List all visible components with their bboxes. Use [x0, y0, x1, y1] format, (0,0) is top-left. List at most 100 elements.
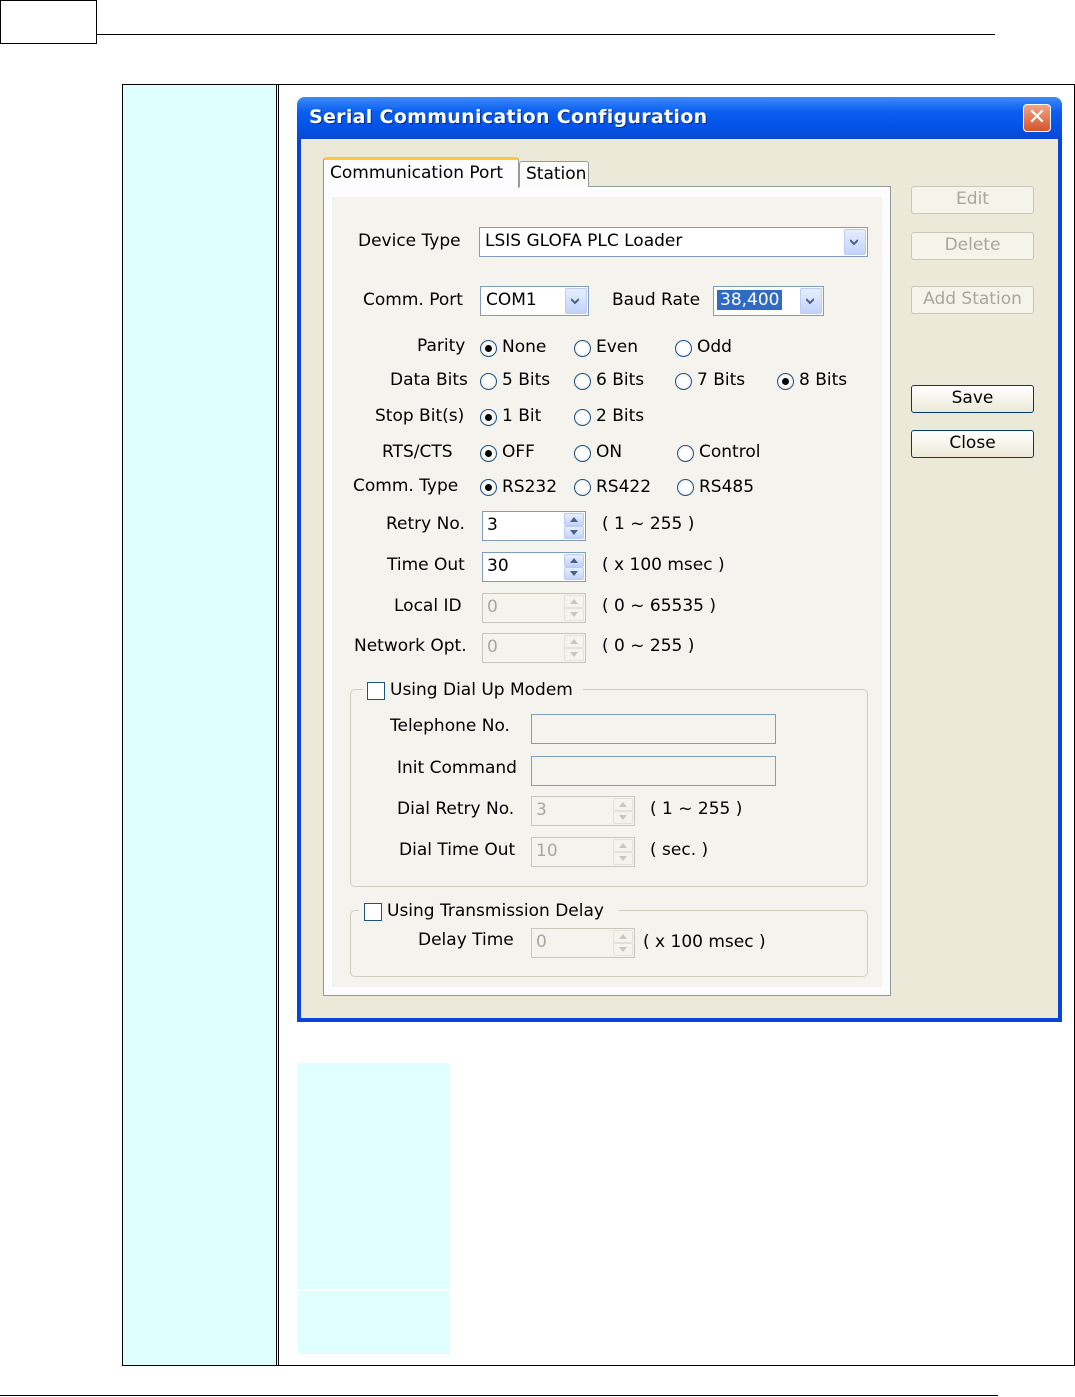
data-bits-7-radio[interactable]: [675, 373, 692, 390]
page-header-box: [0, 0, 97, 44]
spin-down-icon: [613, 852, 633, 865]
spin-up-icon: [613, 930, 633, 943]
baud-rate-value: 38,400: [715, 289, 784, 311]
close-button[interactable]: Close: [911, 430, 1034, 458]
save-button[interactable]: Save: [911, 385, 1034, 413]
local-id-spinner[interactable]: 0: [482, 593, 586, 623]
parity-even-label: Even: [596, 337, 639, 357]
tab-station[interactable]: Station: [519, 161, 589, 187]
baud-rate-label: Baud Rate: [612, 290, 701, 310]
dial-timeout-label: Dial Time Out: [399, 840, 516, 860]
parity-none-radio[interactable]: [480, 340, 497, 357]
stop-bits-2-label: 2 Bits: [596, 406, 645, 426]
spin-down-icon: [613, 943, 633, 956]
init-command-label: Init Command: [397, 758, 517, 778]
dial-up-label: Using Dial Up Modem: [390, 680, 573, 700]
time-out-label: Time Out: [387, 555, 465, 575]
chevron-down-icon[interactable]: [565, 288, 587, 314]
data-bits-label: Data Bits: [390, 370, 468, 390]
spin-down-icon: [613, 811, 633, 824]
rts-on-radio[interactable]: [574, 445, 591, 462]
dial-retry-label: Dial Retry No.: [397, 799, 515, 819]
network-opt-spinner[interactable]: 0: [482, 633, 586, 663]
comm-type-rs422-radio[interactable]: [574, 479, 591, 496]
network-opt-value: 0: [487, 637, 498, 657]
dialog-titlebar[interactable]: Serial Communication Configuration ✕: [297, 97, 1062, 139]
spin-up-icon[interactable]: [564, 554, 584, 567]
cyan-panel: [298, 1063, 450, 1354]
rts-off-radio[interactable]: [480, 445, 497, 462]
telephone-label: Telephone No.: [390, 716, 510, 736]
dial-retry-spinner[interactable]: 3: [531, 796, 635, 826]
retry-no-range: ( 1 ~ 255 ): [602, 514, 695, 534]
spin-up-icon: [613, 839, 633, 852]
comm-type-rs485-label: RS485: [699, 477, 755, 497]
spin-down-icon[interactable]: [564, 567, 584, 580]
dial-timeout-value: 10: [536, 841, 558, 861]
parity-odd-label: Odd: [697, 337, 732, 357]
dialog-title: Serial Communication Configuration: [309, 106, 708, 128]
dialog-body: Communication Port Station Edit Delete A…: [301, 139, 1058, 1018]
dial-up-checkbox[interactable]: [367, 682, 385, 700]
comm-port-label: Comm. Port: [363, 290, 463, 310]
parity-none-label: None: [502, 337, 547, 357]
spin-down-icon[interactable]: [564, 526, 584, 539]
rts-control-label: Control: [699, 442, 761, 462]
spin-up-icon: [564, 635, 584, 648]
spin-up-icon[interactable]: [564, 513, 584, 526]
rts-control-radio[interactable]: [677, 445, 694, 462]
cyan-divider: [298, 1289, 450, 1291]
spin-down-icon: [564, 648, 584, 661]
comm-type-rs232-radio[interactable]: [480, 479, 497, 496]
dial-timeout-spinner[interactable]: 10: [531, 837, 635, 867]
network-opt-label: Network Opt.: [354, 636, 467, 656]
delay-time-spinner[interactable]: 0: [531, 928, 635, 958]
stop-bits-label: Stop Bit(s): [375, 406, 465, 426]
delete-button[interactable]: Delete: [911, 232, 1034, 260]
spin-down-icon: [564, 608, 584, 621]
device-type-select[interactable]: LSIS GLOFA PLC Loader: [479, 227, 868, 257]
local-id-label: Local ID: [394, 596, 462, 616]
spin-up-icon: [564, 595, 584, 608]
comm-type-label: Comm. Type: [353, 476, 459, 496]
data-bits-7-label: 7 Bits: [697, 370, 746, 390]
time-out-spinner[interactable]: 30: [482, 552, 586, 582]
retry-no-spinner[interactable]: 3: [482, 511, 586, 541]
network-opt-range: ( 0 ~ 255 ): [602, 636, 695, 656]
parity-even-radio[interactable]: [574, 340, 591, 357]
comm-type-rs422-label: RS422: [596, 477, 652, 497]
device-type-value: LSIS GLOFA PLC Loader: [485, 231, 683, 251]
comm-type-rs485-radio[interactable]: [677, 479, 694, 496]
chevron-down-icon[interactable]: [844, 229, 866, 255]
data-bits-8-label: 8 Bits: [799, 370, 848, 390]
init-command-input[interactable]: [531, 756, 776, 786]
data-bits-5-radio[interactable]: [480, 373, 497, 390]
rts-on-label: ON: [596, 442, 623, 462]
time-out-value: 30: [487, 556, 509, 576]
data-bits-8-radio[interactable]: [777, 373, 794, 390]
add-station-button[interactable]: Add Station: [911, 286, 1034, 314]
edit-button[interactable]: Edit: [911, 186, 1034, 214]
stop-bits-2-radio[interactable]: [574, 409, 591, 426]
time-out-range: ( x 100 msec ): [602, 555, 725, 575]
stop-bits-1-label: 1 Bit: [502, 406, 542, 426]
dial-retry-value: 3: [536, 800, 547, 820]
stop-bits-1-radio[interactable]: [480, 409, 497, 426]
transmission-delay-checkbox[interactable]: [364, 903, 382, 921]
delay-time-value: 0: [536, 932, 547, 952]
data-bits-6-radio[interactable]: [574, 373, 591, 390]
comm-port-select[interactable]: COM1: [480, 286, 589, 316]
comm-type-rs232-label: RS232: [502, 477, 558, 497]
parity-odd-radio[interactable]: [675, 340, 692, 357]
spin-up-icon: [613, 798, 633, 811]
data-bits-6-label: 6 Bits: [596, 370, 645, 390]
local-id-value: 0: [487, 597, 498, 617]
baud-rate-select[interactable]: 38,400: [713, 286, 824, 316]
close-icon[interactable]: ✕: [1023, 104, 1051, 132]
chevron-down-icon[interactable]: [800, 288, 822, 314]
header-rule: [97, 34, 995, 35]
telephone-input[interactable]: [531, 714, 776, 744]
dial-timeout-range: ( sec. ): [650, 840, 709, 860]
tab-communication-port[interactable]: Communication Port: [323, 157, 519, 188]
device-type-label: Device Type: [358, 231, 461, 251]
